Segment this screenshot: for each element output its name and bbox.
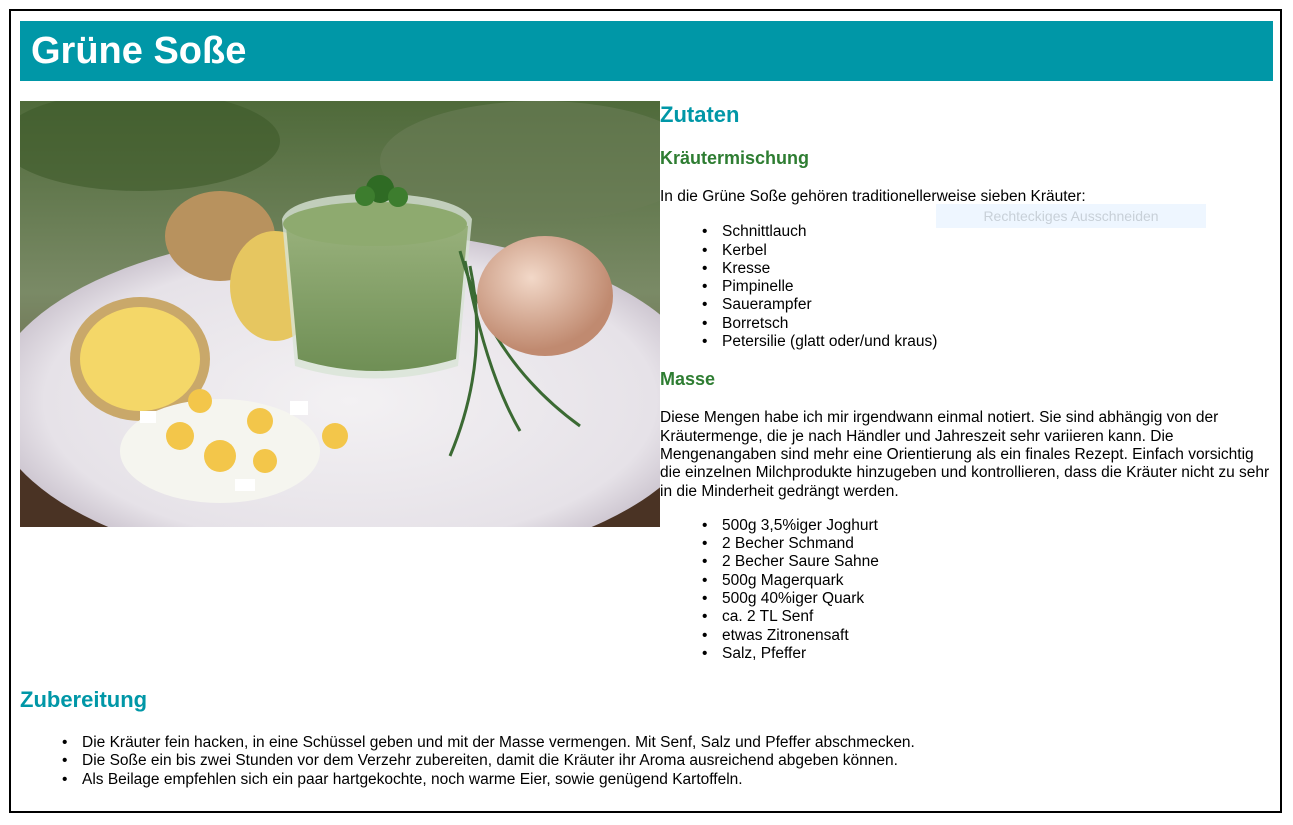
kraeutermischung-heading: Kräutermischung xyxy=(660,148,810,168)
snip-tooltip: Rechteckiges Ausschneiden xyxy=(936,204,1206,228)
masse-intro: Diese Mengen habe ich mir irgendwann ein… xyxy=(660,409,1270,500)
zubereitung-heading: Zubereitung xyxy=(20,687,148,712)
zubereitung-section: Zubereitung Die Kräuter fein hacken, in … xyxy=(20,686,1270,789)
list-item: Die Kräuter fein hacken, in eine Schüsse… xyxy=(20,734,1270,753)
list-item: etwas Zitronensaft xyxy=(660,627,1275,646)
page-title: Grüne Soße xyxy=(31,30,247,72)
list-item: Salz, Pfeffer xyxy=(660,645,1275,664)
list-item: 2 Becher Schmand xyxy=(660,535,1275,554)
list-item: Borretsch xyxy=(660,315,1275,334)
masse-heading: Masse xyxy=(660,369,716,390)
list-item: Sauerampfer xyxy=(660,296,1275,315)
list-item: ca. 2 TL Senf xyxy=(660,608,1275,627)
list-item: Petersilie (glatt oder/und kraus) xyxy=(660,333,1275,352)
list-item: Als Beilage empfehlen sich ein paar hart… xyxy=(20,771,1270,790)
list-item: 500g 40%iger Quark xyxy=(660,590,1275,609)
zutaten-heading: Zutaten xyxy=(660,102,740,127)
masse-list: 500g 3,5%iger Joghurt 2 Becher Schmand 2… xyxy=(660,517,1275,664)
title-banner: Grüne Soße xyxy=(20,21,1273,81)
list-item: 500g 3,5%iger Joghurt xyxy=(660,517,1275,536)
list-item: 500g Magerquark xyxy=(660,572,1275,591)
list-item: Pimpinelle xyxy=(660,278,1275,297)
kraeuter-list: Schnittlauch Kerbel Kresse Pimpinelle Sa… xyxy=(660,223,1275,351)
list-item: Kerbel xyxy=(660,242,1275,261)
zutaten-column: Zutaten Kräutermischung In die Grüne Soß… xyxy=(660,101,1275,664)
zubereitung-list: Die Kräuter fein hacken, in eine Schüsse… xyxy=(20,734,1270,789)
dish-photo xyxy=(20,101,660,527)
list-item: 2 Becher Saure Sahne xyxy=(660,553,1275,572)
dish-illustration xyxy=(20,101,660,527)
list-item: Die Soße ein bis zwei Stunden vor dem Ve… xyxy=(20,752,1270,771)
list-item: Kresse xyxy=(660,260,1275,279)
